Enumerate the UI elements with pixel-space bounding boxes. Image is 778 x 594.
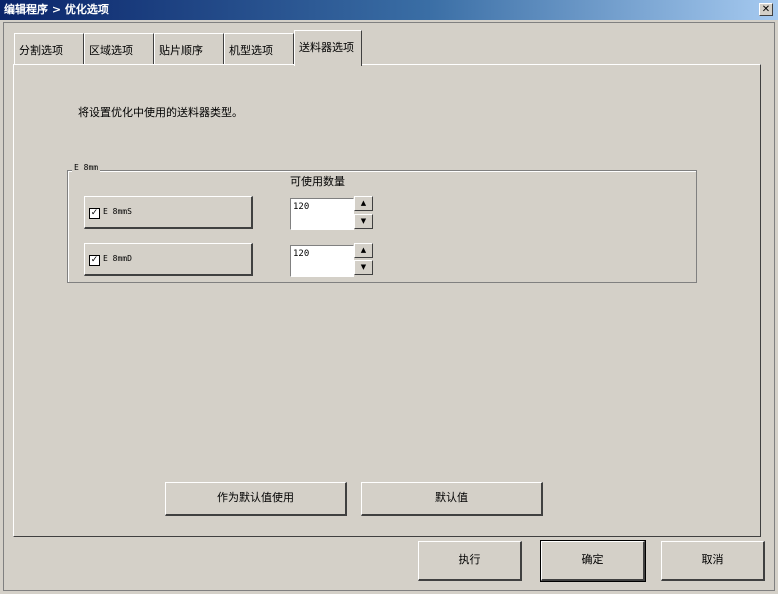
window-titlebar: 编辑程序 > 优化选项 ✕	[0, 0, 778, 20]
close-button[interactable]: ✕	[759, 3, 773, 16]
tab-panel	[13, 64, 761, 537]
group-title: E 8mm	[72, 163, 101, 172]
tab-label: 分割选项	[19, 44, 63, 57]
tab-machine-options[interactable]: 机型选项	[224, 33, 294, 64]
execute-button[interactable]: 执行	[418, 541, 522, 581]
quantity-input-e8mmd[interactable]: 120	[290, 245, 354, 277]
check-icon[interactable]: ✓	[89, 208, 100, 219]
tab-placement-order[interactable]: 贴片顺序	[154, 33, 224, 64]
tab-label: 送料器选项	[299, 41, 354, 54]
down-arrow-icon[interactable]: ▼	[354, 214, 373, 229]
default-values-button[interactable]: 默认值	[361, 482, 543, 516]
quantity-input-e8mms[interactable]: 120	[290, 198, 354, 230]
quantity-header: 可使用数量	[290, 175, 345, 188]
window-title: 编辑程序 > 优化选项	[4, 3, 109, 16]
feeder-toggle-e8mms[interactable]: ✓ E 8mmS	[84, 196, 253, 229]
tab-label: 区域选项	[89, 44, 133, 57]
use-as-default-button[interactable]: 作为默认值使用	[165, 482, 347, 516]
tab-split-options[interactable]: 分割选项	[14, 33, 84, 64]
up-arrow-icon[interactable]: ▲	[354, 196, 373, 211]
cancel-button[interactable]: 取消	[661, 541, 765, 581]
check-icon[interactable]: ✓	[89, 255, 100, 266]
up-arrow-icon[interactable]: ▲	[354, 243, 373, 258]
tab-label: 贴片顺序	[159, 44, 203, 57]
feeder-label: E 8mmD	[103, 254, 132, 263]
down-arrow-icon[interactable]: ▼	[354, 260, 373, 275]
feeder-toggle-e8mmd[interactable]: ✓ E 8mmD	[84, 243, 253, 276]
tab-feeder-options[interactable]: 送料器选项	[294, 30, 362, 66]
tab-label: 机型选项	[229, 44, 273, 57]
feeder-label: E 8mmS	[103, 207, 132, 216]
instruction-text: 将设置优化中使用的送料器类型。	[78, 106, 243, 119]
tab-area-options[interactable]: 区域选项	[84, 33, 154, 64]
ok-button[interactable]: 确定	[540, 540, 646, 582]
